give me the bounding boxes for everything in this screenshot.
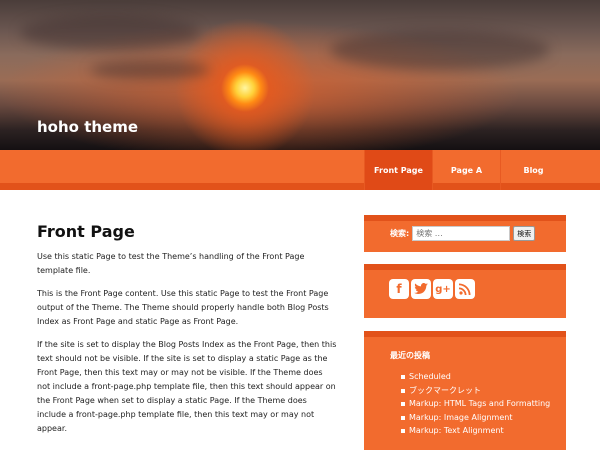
content-paragraph: Use this static Page to test the Theme’s…	[37, 252, 305, 275]
google-plus-icon[interactable]: g+	[433, 279, 453, 299]
facebook-icon[interactable]: f	[389, 279, 409, 299]
search-widget: 検索: 検索	[364, 215, 566, 252]
nav-item-blog[interactable]: Blog	[500, 150, 566, 190]
nav-item-page-a[interactable]: Page A	[432, 150, 500, 190]
search-button[interactable]: 検索	[513, 226, 536, 241]
search-input[interactable]	[412, 226, 511, 241]
recent-posts-widget: 最近の投稿 Scheduled ブックマークレット Markup: HTML T…	[364, 331, 566, 450]
main-content: Front Page Use this static Page to test …	[37, 222, 337, 445]
recent-post-link[interactable]: ブックマークレット	[401, 384, 566, 398]
recent-post-link[interactable]: Markup: Text Alignment	[401, 424, 566, 438]
recent-post-link[interactable]: Markup: Image Alignment	[401, 411, 566, 425]
social-widget: f g+	[364, 264, 566, 318]
site-header: hoho theme	[0, 0, 600, 150]
twitter-icon[interactable]	[411, 279, 431, 299]
rss-icon[interactable]	[455, 279, 475, 299]
search-label: 検索:	[390, 229, 410, 238]
content-paragraph: If the site is set to display the Blog P…	[37, 340, 337, 433]
recent-post-link[interactable]: Scheduled	[401, 370, 566, 384]
content-paragraph: This is the Front Page content. Use this…	[37, 289, 329, 326]
recent-posts-list: Scheduled ブックマークレット Markup: HTML Tags an…	[364, 370, 566, 438]
recent-post-link[interactable]: Markup: HTML Tags and Formatting	[401, 397, 566, 411]
page-title: Front Page	[37, 222, 135, 241]
site-title[interactable]: hoho theme	[37, 118, 138, 136]
recent-posts-title: 最近の投稿	[390, 351, 430, 360]
nav-item-front-page[interactable]: Front Page	[364, 150, 432, 190]
